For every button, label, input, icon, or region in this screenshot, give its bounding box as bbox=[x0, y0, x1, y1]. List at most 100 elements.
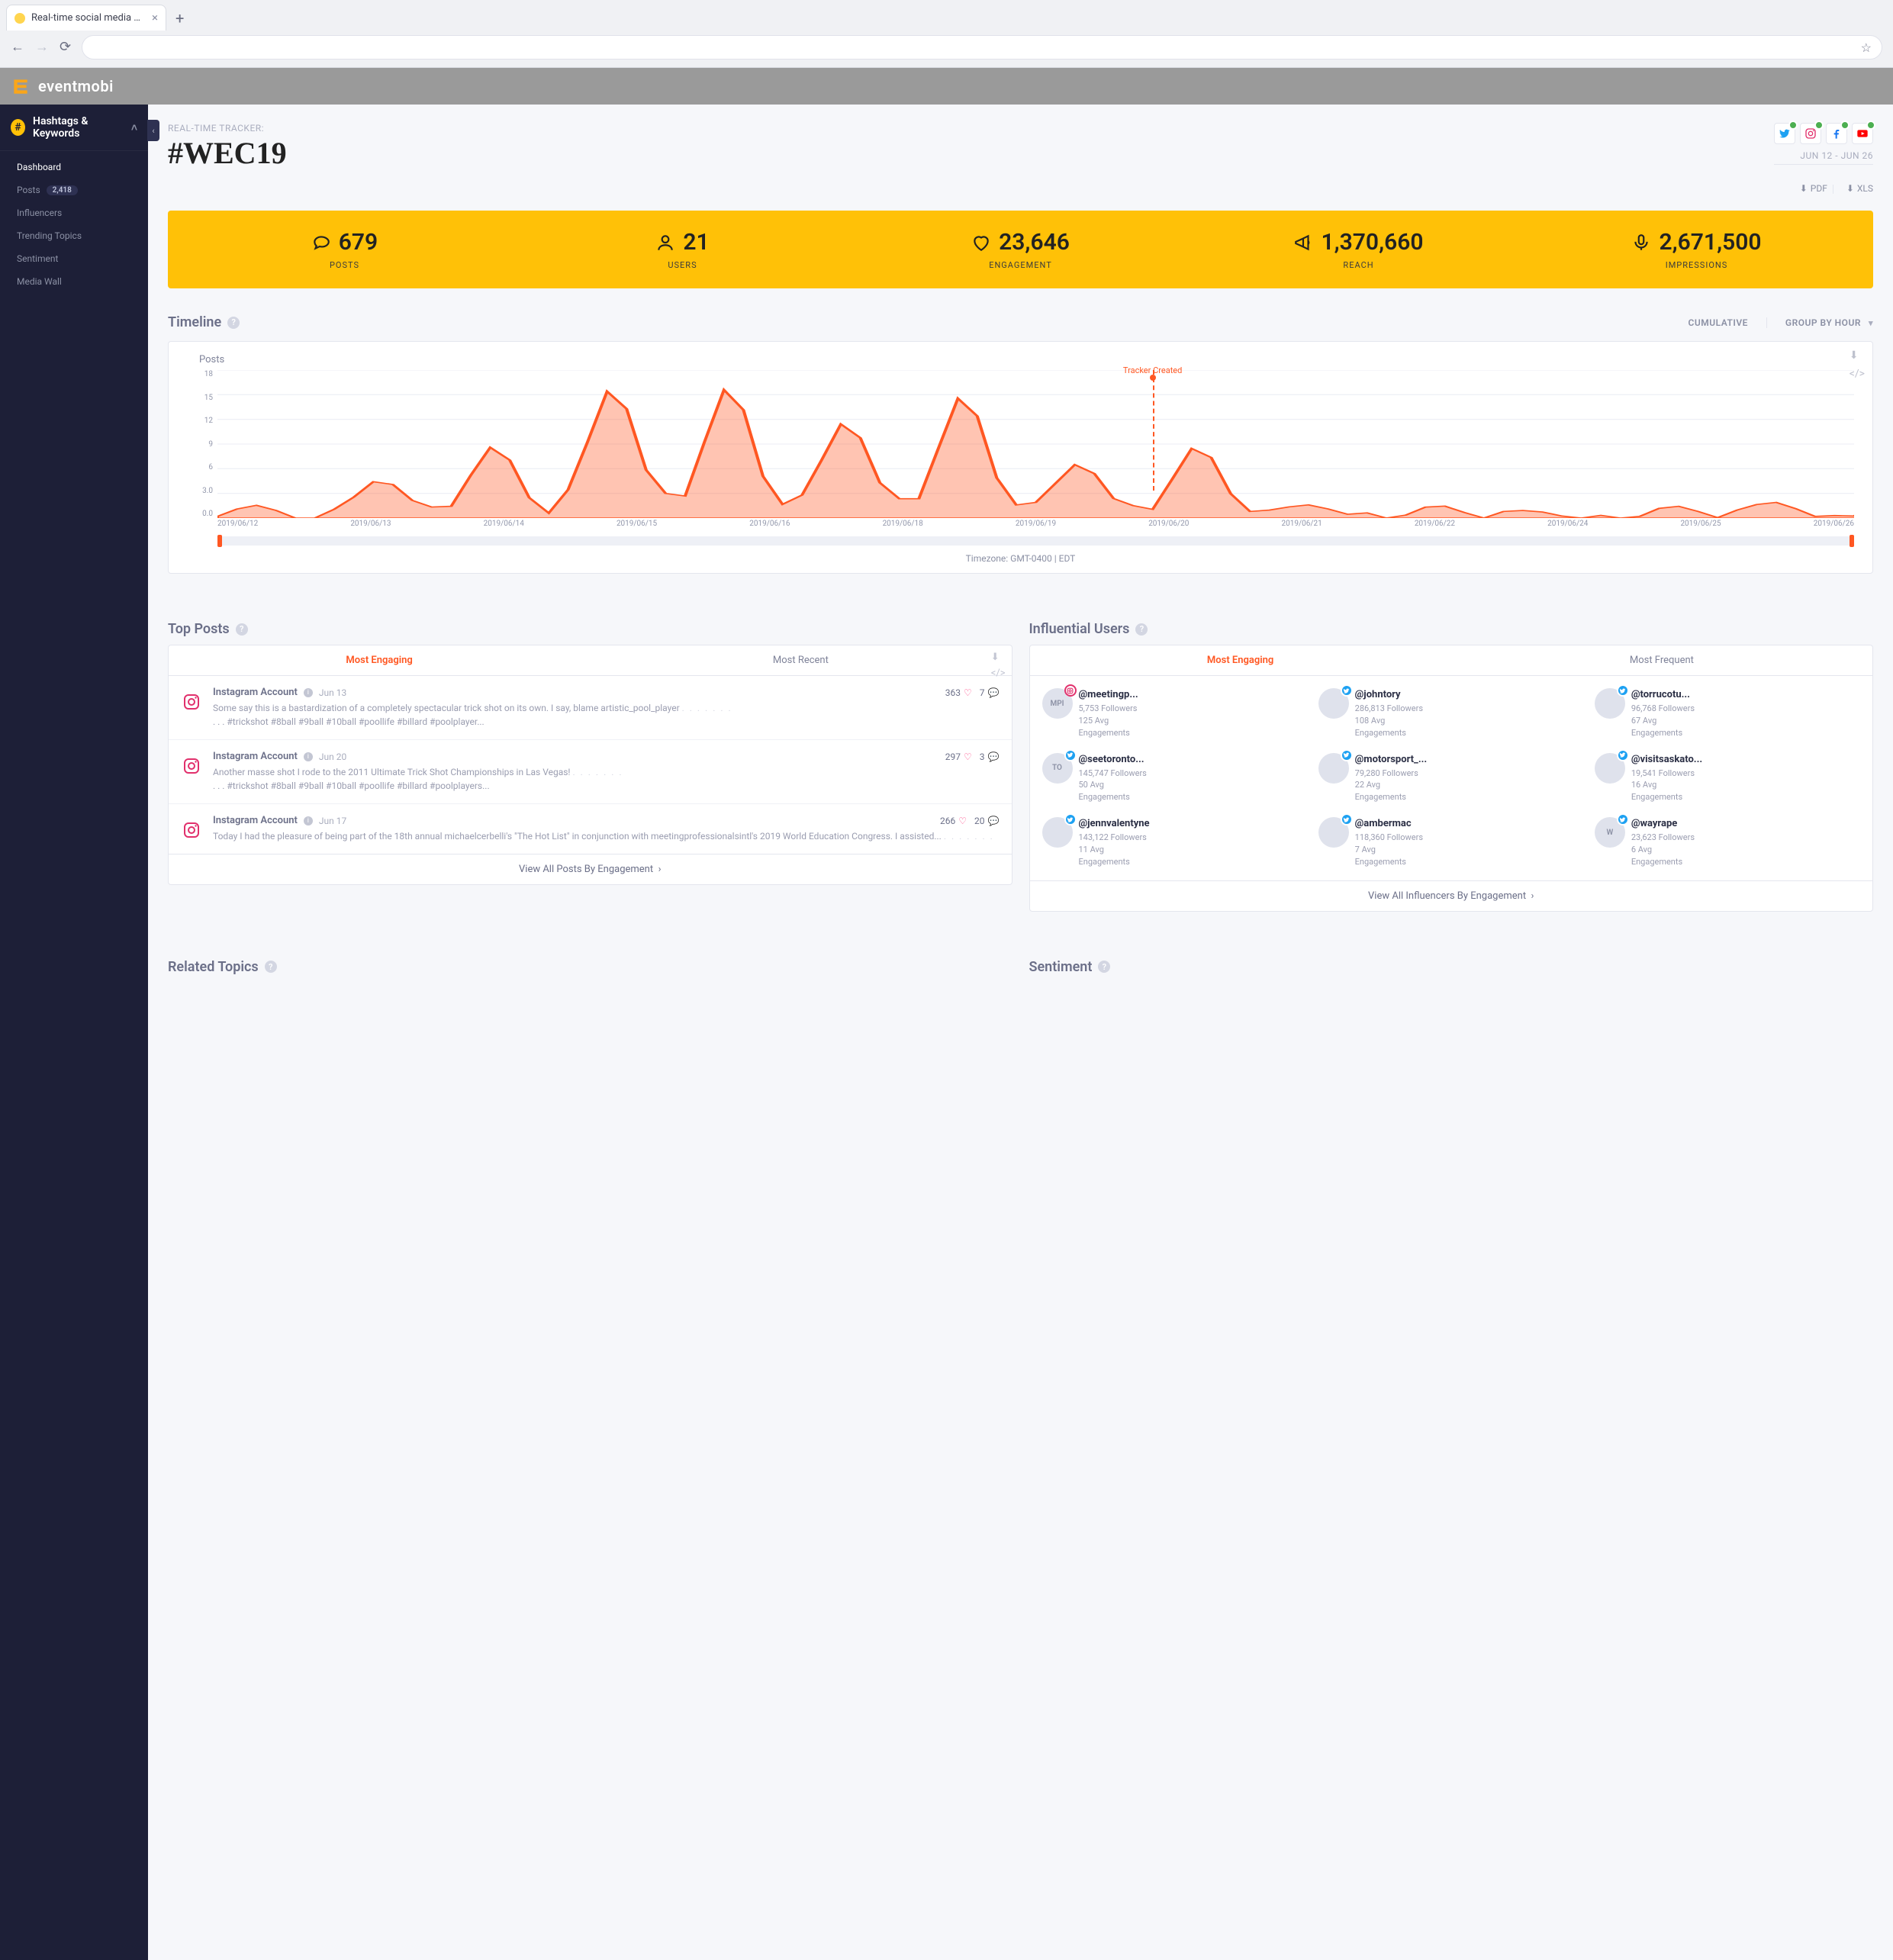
post-item[interactable]: Instagram Account i Jun 20 297 ♡ 3 💬 Ano… bbox=[169, 740, 1012, 804]
facebook-filter[interactable] bbox=[1826, 123, 1847, 144]
cumulative-toggle[interactable]: CUMULATIVE bbox=[1689, 317, 1748, 328]
forward-button[interactable]: → bbox=[35, 40, 49, 54]
user-item[interactable]: @torrucotu... 96,768 Followers 67 Avg En… bbox=[1595, 688, 1860, 739]
address-bar[interactable] bbox=[82, 35, 1882, 60]
comment-icon: 💬 bbox=[988, 687, 1000, 698]
new-tab-button[interactable]: + bbox=[175, 11, 184, 26]
avatar bbox=[1318, 688, 1349, 719]
top-posts-panel: ⬇ </> Most Engaging Most Recent Instagra… bbox=[168, 645, 1012, 885]
reload-button[interactable]: ⟳ bbox=[60, 40, 71, 54]
comments-count: 7 💬 bbox=[980, 687, 1000, 698]
export-xls-button[interactable]: ⬇XLS bbox=[1846, 183, 1873, 194]
main-content: ‹ REAL-TIME TRACKER: #WEC19 bbox=[148, 105, 1893, 1960]
top-posts-section-header: Top Posts ? bbox=[168, 621, 1012, 637]
user-item[interactable]: @motorsport_... 79,280 Followers 22 Avg … bbox=[1318, 753, 1584, 804]
tab-most-recent-posts[interactable]: Most Recent bbox=[590, 645, 1011, 675]
avatar bbox=[1318, 817, 1349, 848]
post-item[interactable]: Instagram Account i Jun 17 266 ♡ 20 💬 To… bbox=[169, 804, 1012, 854]
info-icon[interactable]: i bbox=[304, 752, 313, 761]
download-chart-icon[interactable]: ⬇ bbox=[1850, 349, 1865, 362]
export-row: ⬇PDF ⬇XLS bbox=[168, 183, 1873, 194]
chart-scrub-bar[interactable] bbox=[217, 536, 1854, 546]
sidebar-item-trending-topics[interactable]: Trending Topics bbox=[0, 224, 148, 247]
user-item[interactable]: MPI @meetingp... 5,753 Followers 125 Avg… bbox=[1042, 688, 1308, 739]
stat-impressions: 2,671,500 IMPRESSIONS bbox=[1528, 229, 1866, 270]
tracker-label: REAL-TIME TRACKER: bbox=[168, 123, 1774, 134]
tab-most-engaging-posts[interactable]: Most Engaging bbox=[169, 645, 590, 675]
user-item[interactable]: @ambermac 118,360 Followers 7 Avg Engage… bbox=[1318, 817, 1584, 868]
comments-count: 3 💬 bbox=[980, 751, 1000, 762]
help-icon[interactable]: ? bbox=[236, 623, 248, 636]
view-all-posts[interactable]: View All Posts By Engagement › bbox=[169, 854, 1012, 884]
brand-logo[interactable]: eventmobi bbox=[11, 76, 114, 96]
stats-bar: 679 POSTS21 USERS23,646 ENGAGEMENT1,370,… bbox=[168, 211, 1873, 288]
sidebar-section-title: Hashtags & Keywords bbox=[33, 115, 124, 140]
instagram-icon bbox=[181, 755, 202, 777]
export-pdf-button[interactable]: ⬇PDF bbox=[1800, 183, 1827, 194]
tab-most-engaging-users[interactable]: Most Engaging bbox=[1030, 645, 1451, 675]
sidebar-item-influencers[interactable]: Influencers bbox=[0, 201, 148, 224]
twitter-icon bbox=[1779, 127, 1791, 140]
close-tab-icon[interactable]: × bbox=[152, 12, 158, 24]
download-icon: ⬇ bbox=[1800, 183, 1808, 194]
help-icon[interactable]: ? bbox=[227, 317, 240, 329]
browser-chrome: Real-time social media analytic × + ← → … bbox=[0, 0, 1893, 68]
comment-icon: 💬 bbox=[988, 751, 1000, 762]
user-item[interactable]: TO @seetoronto... 145,747 Followers 50 A… bbox=[1042, 753, 1308, 804]
youtube-filter[interactable] bbox=[1852, 123, 1873, 144]
eventmobi-logo-icon bbox=[11, 76, 31, 96]
help-icon[interactable]: ? bbox=[1135, 623, 1148, 636]
instagram-filter[interactable] bbox=[1800, 123, 1821, 144]
sidebar-item-dashboard[interactable]: Dashboard bbox=[0, 156, 148, 179]
twitter-filter[interactable] bbox=[1774, 123, 1795, 144]
related-topics-section-header: Related Topics ? bbox=[168, 959, 1012, 975]
social-filters bbox=[1774, 123, 1873, 144]
heart-icon: ♡ bbox=[964, 687, 972, 698]
browser-tab[interactable]: Real-time social media analytic × bbox=[6, 5, 166, 31]
avatar: W bbox=[1595, 817, 1625, 848]
avatar bbox=[1595, 688, 1625, 719]
post-item[interactable]: Instagram Account i Jun 13 363 ♡ 7 💬 Som… bbox=[169, 676, 1012, 740]
back-button[interactable]: ← bbox=[11, 40, 24, 54]
date-range[interactable]: JUN 12 - JUN 26 bbox=[1774, 150, 1873, 165]
sidebar-item-media-wall[interactable]: Media Wall bbox=[0, 270, 148, 293]
help-icon[interactable]: ? bbox=[1098, 961, 1110, 973]
tracker-title: #WEC19 bbox=[168, 135, 1774, 171]
sentiment-section-header: Sentiment ? bbox=[1029, 959, 1874, 975]
sidebar-collapse-handle[interactable]: ‹ bbox=[147, 120, 159, 141]
info-icon[interactable]: i bbox=[304, 688, 313, 697]
scrub-handle-right[interactable] bbox=[1850, 535, 1854, 547]
download-icon[interactable]: ⬇ bbox=[991, 652, 1006, 663]
brand-name: eventmobi bbox=[38, 77, 114, 95]
stat-posts: 679 POSTS bbox=[175, 229, 513, 270]
avatar bbox=[1042, 817, 1073, 848]
tab-most-frequent-users[interactable]: Most Frequent bbox=[1451, 645, 1872, 675]
bookmark-star-icon[interactable]: ☆ bbox=[1861, 40, 1872, 55]
likes-count: 266 ♡ bbox=[940, 816, 967, 826]
scrub-handle-left[interactable] bbox=[217, 535, 222, 547]
user-item[interactable]: @johntory 286,813 Followers 108 Avg Enga… bbox=[1318, 688, 1584, 739]
comment-icon: 💬 bbox=[988, 816, 1000, 826]
comments-count: 20 💬 bbox=[974, 816, 999, 826]
chart-area: 181512963.00.0 bbox=[181, 370, 1860, 546]
sidebar-item-posts[interactable]: Posts2,418 bbox=[0, 179, 148, 201]
avatar: TO bbox=[1042, 753, 1073, 784]
sidebar-section-header[interactable]: # Hashtags & Keywords ˄ bbox=[0, 105, 148, 151]
embed-icon[interactable]: </> bbox=[991, 668, 1006, 679]
chevron-up-icon: ˄ bbox=[131, 121, 137, 134]
instagram-icon bbox=[181, 819, 202, 841]
user-item[interactable]: @visitsaskato... 19,541 Followers 16 Avg… bbox=[1595, 753, 1860, 804]
instagram-icon bbox=[1804, 127, 1817, 140]
group-by-dropdown[interactable]: GROUP BY HOUR▾ bbox=[1785, 317, 1873, 328]
help-icon[interactable]: ? bbox=[265, 961, 277, 973]
tab-title: Real-time social media analytic bbox=[31, 12, 146, 24]
download-icon: ⬇ bbox=[1846, 183, 1854, 194]
section-title-timeline: Timeline bbox=[168, 314, 221, 330]
user-item[interactable]: W @wayrape 23,623 Followers 6 Avg Engage… bbox=[1595, 817, 1860, 868]
user-item[interactable]: @jennvalentyne 143,122 Followers 11 Avg … bbox=[1042, 817, 1308, 868]
sidebar-item-sentiment[interactable]: Sentiment bbox=[0, 247, 148, 270]
avatar bbox=[1595, 753, 1625, 784]
info-icon[interactable]: i bbox=[304, 816, 313, 826]
view-all-influencers[interactable]: View All Influencers By Engagement › bbox=[1030, 880, 1873, 911]
avatar: MPI bbox=[1042, 688, 1073, 719]
